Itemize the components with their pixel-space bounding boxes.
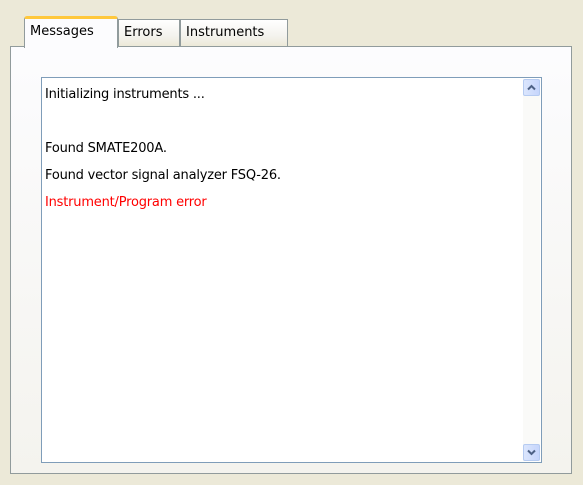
tab-instruments[interactable]: Instruments <box>180 19 288 46</box>
message-window: Messages Errors Instruments Initializing… <box>0 0 583 485</box>
tab-errors-label: Errors <box>124 25 163 40</box>
message-line: Found vector signal analyzer FSQ-26. <box>45 168 281 183</box>
tab-panel-messages: Initializing instruments ... Found SMATE… <box>10 46 572 474</box>
tab-messages-label: Messages <box>30 24 94 39</box>
message-line <box>45 108 519 135</box>
message-line: Found SMATE200A. <box>45 141 167 156</box>
scroll-up-button[interactable] <box>523 79 540 96</box>
vertical-scrollbar[interactable] <box>523 79 540 461</box>
tab-messages[interactable]: Messages <box>24 16 118 48</box>
tab-instruments-label: Instruments <box>186 25 265 40</box>
message-list: Initializing instruments ... Found SMATE… <box>45 81 519 459</box>
message-line-error: Instrument/Program error <box>45 195 207 210</box>
message-line: Initializing instruments ... <box>45 87 205 102</box>
tab-errors[interactable]: Errors <box>118 19 180 46</box>
scroll-down-button[interactable] <box>523 444 540 461</box>
message-log[interactable]: Initializing instruments ... Found SMATE… <box>41 77 542 463</box>
